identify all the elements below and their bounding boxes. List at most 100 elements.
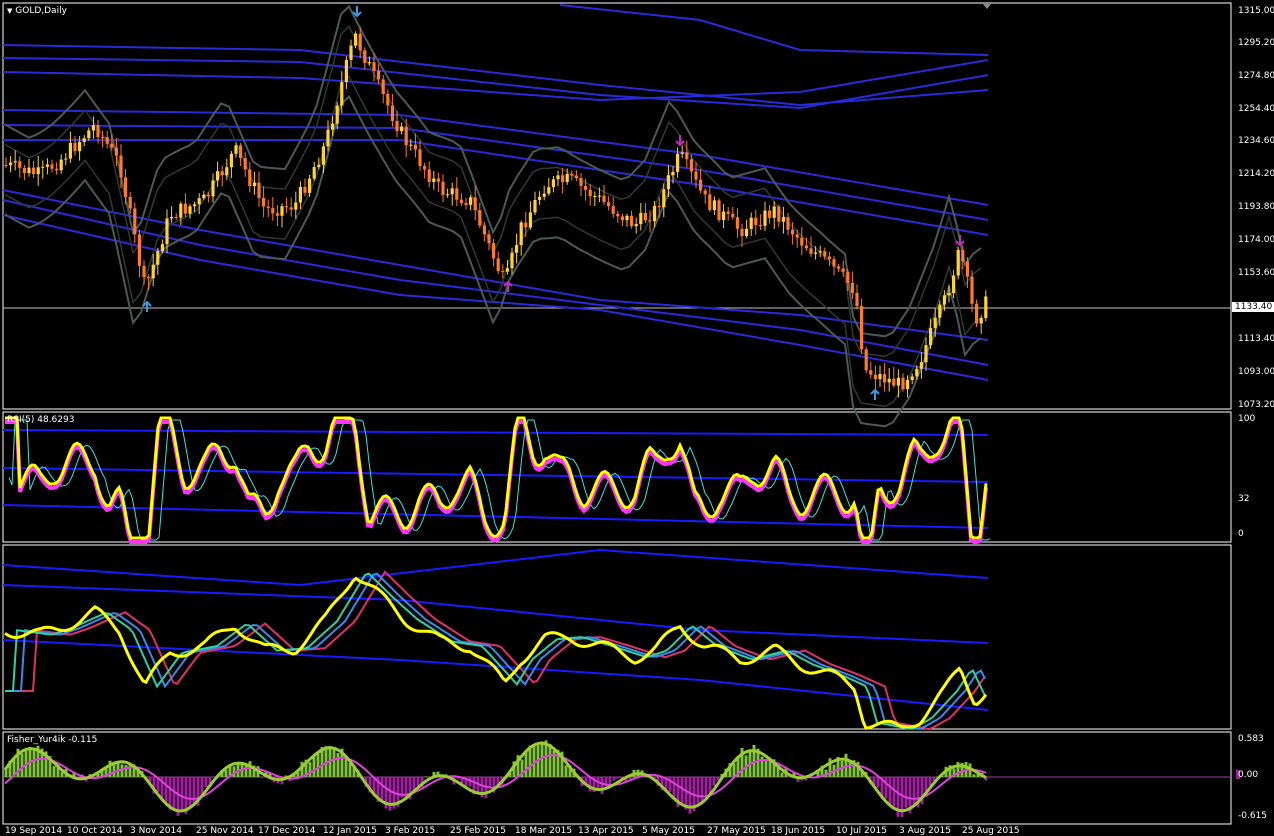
candle-body	[515, 245, 518, 253]
fisher-tick-label: 0.583	[1238, 734, 1264, 744]
candle-body	[78, 142, 81, 151]
candle-body	[464, 203, 467, 205]
candle-body	[648, 220, 651, 221]
candle-body	[211, 180, 214, 196]
dropdown-triangle-icon[interactable]: ▼	[7, 7, 12, 15]
candle-body	[681, 152, 684, 153]
fisher-histogram-bar	[261, 777, 264, 778]
candle-body	[239, 145, 242, 158]
candle-body	[198, 198, 201, 204]
candle-body	[616, 214, 619, 216]
candle-body	[842, 268, 845, 271]
candle-body	[405, 127, 408, 146]
candle-body	[363, 50, 366, 63]
rsi-envelope-line	[3, 468, 988, 482]
price-tick-label: 1073.20	[1238, 400, 1274, 410]
candle-body	[602, 196, 605, 203]
fisher-histogram-bar	[313, 756, 316, 777]
candle-body	[179, 204, 182, 218]
fisher-histogram-bar	[845, 754, 848, 777]
candle-body	[152, 265, 155, 279]
candle-body	[280, 206, 283, 216]
fisher-tick-label: 0.00	[1238, 770, 1258, 780]
fisher-label: Fisher_Yur4ik -0.115	[7, 735, 97, 745]
candle-body	[704, 190, 707, 194]
candle-body	[60, 160, 63, 171]
candle-body	[653, 206, 656, 221]
candle-body	[32, 168, 35, 175]
fisher-histogram-bar	[309, 762, 312, 777]
envelope-line	[3, 60, 988, 100]
candle-body	[777, 206, 780, 221]
fisher-histogram-bar	[333, 749, 336, 777]
candle-body	[630, 216, 633, 226]
chart-title[interactable]: ▼ GOLD,Daily	[7, 6, 67, 16]
candle-body	[984, 296, 987, 318]
candle-body	[566, 174, 569, 182]
candle-body	[257, 183, 260, 198]
rsi-tick-label: 32	[1238, 494, 1249, 504]
ma-mid-line	[5, 574, 985, 729]
candle-body	[736, 217, 739, 228]
candle-body	[855, 293, 858, 306]
candle-body	[929, 328, 932, 345]
price-tick-label: 1214.20	[1238, 169, 1274, 179]
candle-body	[860, 306, 863, 349]
candle-body	[202, 195, 205, 198]
candle-body	[267, 207, 270, 209]
candle-body	[501, 271, 504, 272]
candle-body	[533, 200, 536, 212]
candle-body	[230, 154, 233, 167]
candle-body	[349, 46, 352, 60]
candle-body	[644, 213, 647, 220]
candle-body	[469, 197, 472, 205]
candle-body	[924, 345, 927, 362]
candle-body	[142, 266, 145, 277]
fisher-histogram-bar	[165, 777, 168, 802]
candle-body	[492, 243, 495, 258]
candle-body	[110, 144, 113, 148]
candle-body	[156, 251, 159, 265]
fisher-histogram-bar	[913, 777, 916, 805]
candle-body	[694, 171, 697, 179]
fisher-histogram-bar	[885, 777, 888, 799]
candle-body	[552, 179, 555, 187]
fisher-histogram-bar	[173, 777, 176, 811]
candle-body	[478, 210, 481, 225]
candle-body	[451, 188, 454, 194]
candle-body	[750, 218, 753, 229]
symbol-timeframe: GOLD,Daily	[15, 6, 67, 16]
ma-pane[interactable]	[3, 545, 1231, 729]
fisher-histogram-bar	[601, 777, 604, 794]
candle-body	[336, 106, 339, 124]
candle-body	[819, 251, 822, 252]
candle-body	[547, 187, 550, 193]
trading-chart[interactable]	[0, 0, 1274, 835]
fisher-histogram-bar	[205, 777, 208, 787]
price-tick-label: 1274.80	[1238, 71, 1274, 81]
candle-body	[915, 369, 918, 377]
main-price-pane[interactable]	[3, 3, 1231, 409]
arrow-up-icon	[143, 302, 151, 312]
candle-body	[161, 244, 164, 251]
candle-body	[598, 196, 601, 197]
candle-body	[786, 217, 789, 230]
candle-body	[138, 234, 141, 265]
scroll-marker-icon[interactable]	[983, 4, 991, 9]
rsi-tick-label: 100	[1238, 414, 1255, 424]
candle-body	[690, 159, 693, 171]
fisher-histogram-bar	[381, 777, 384, 802]
candle-body	[441, 182, 444, 195]
price-tick-label: 1234.60	[1238, 136, 1274, 146]
candle-body	[658, 206, 661, 207]
candle-body	[676, 154, 679, 172]
price-tick-label: 1093.00	[1238, 367, 1274, 377]
candle-body	[773, 206, 776, 217]
candle-body	[428, 169, 431, 182]
fisher-histogram-bar	[33, 748, 36, 777]
candle-body	[9, 163, 12, 166]
fisher-histogram-bar	[705, 777, 708, 797]
candle-body	[395, 121, 398, 131]
candle-body	[340, 82, 343, 105]
candle-body	[814, 253, 817, 254]
